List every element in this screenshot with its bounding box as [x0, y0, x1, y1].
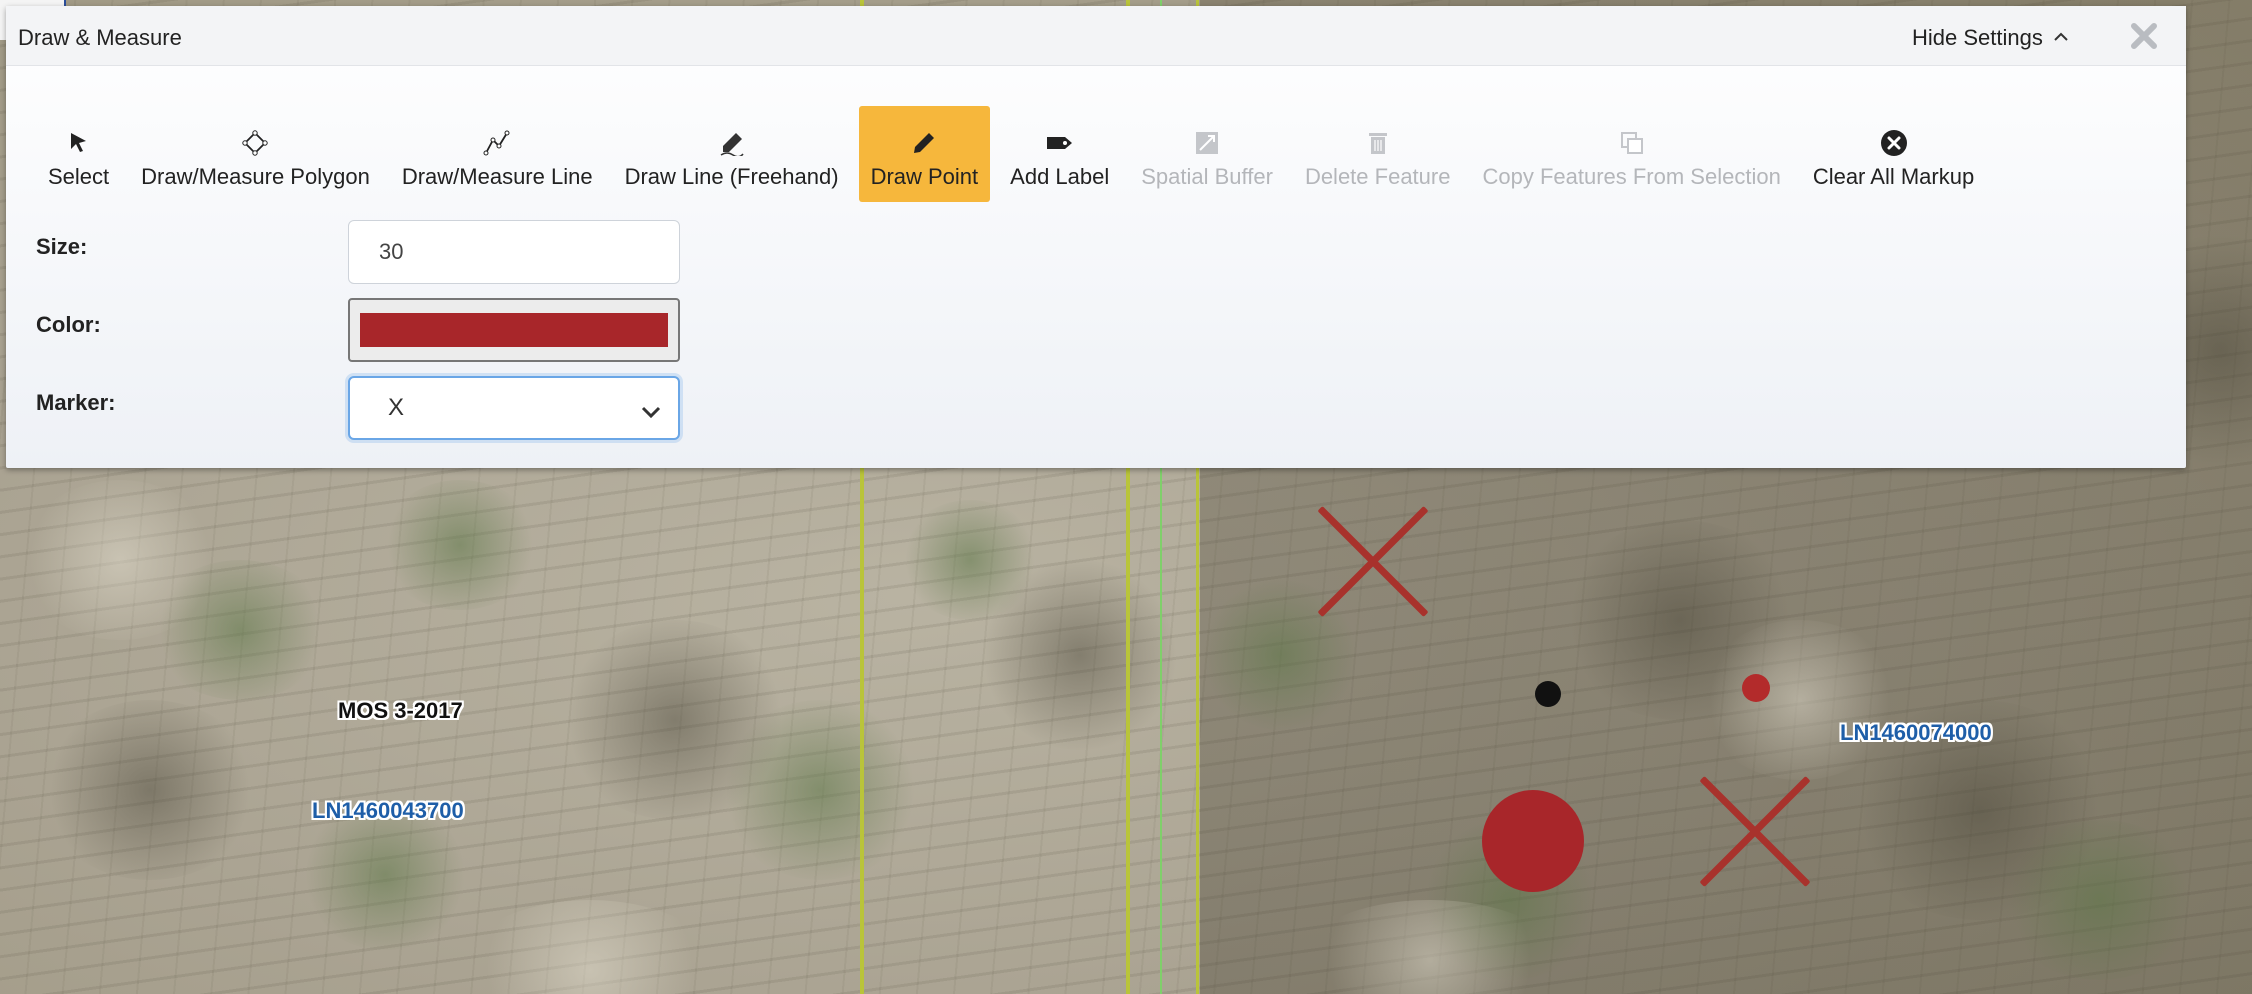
size-input[interactable]: 30	[348, 220, 680, 284]
chevron-up-icon	[2053, 23, 2069, 49]
x-marker-markup[interactable]	[1318, 508, 1428, 618]
draw-polygon-tool-button[interactable]: Draw/Measure Polygon	[129, 106, 382, 202]
parcel-id-label: LN1460043700	[312, 798, 464, 823]
trash-icon	[1363, 128, 1393, 158]
color-swatch	[360, 313, 668, 347]
point-markup[interactable]	[1482, 790, 1584, 892]
panel-header: Draw & Measure Hide Settings	[6, 6, 2186, 66]
hide-settings-button[interactable]: Hide Settings	[1912, 25, 2069, 51]
tool-label: Draw/Measure Polygon	[141, 164, 370, 189]
color-picker[interactable]	[348, 298, 680, 362]
pointer-arrow-icon	[64, 128, 94, 158]
parcel-id-label: LN1460074000	[1840, 720, 1992, 745]
size-label: Size:	[36, 234, 88, 259]
draw-line-tool-button[interactable]: Draw/Measure Line	[390, 106, 605, 202]
freehand-pen-icon	[717, 128, 747, 158]
point-markup[interactable]	[1742, 674, 1770, 702]
clearing-patch	[1700, 620, 1900, 780]
marker-select[interactable]: X	[348, 376, 680, 440]
close-button[interactable]	[2124, 18, 2164, 58]
delete-feature-tool-button[interactable]: Delete Feature	[1293, 106, 1463, 202]
panel-title: Draw & Measure	[18, 25, 182, 50]
clearing-patch	[20, 480, 220, 640]
hide-settings-label: Hide Settings	[1912, 25, 2043, 50]
clear-all-markup-button[interactable]: Clear All Markup	[1801, 106, 1986, 202]
point-markup[interactable]	[1535, 681, 1561, 707]
add-label-tool-button[interactable]: Add Label	[998, 106, 1121, 202]
select-tool-button[interactable]: Select	[36, 106, 121, 202]
survey-label: MOS 3-2017	[338, 698, 463, 723]
draw-freehand-tool-button[interactable]: Draw Line (Freehand)	[613, 106, 851, 202]
circle-x-icon	[1879, 128, 1909, 158]
tool-label: Add Label	[1010, 164, 1110, 189]
draw-toolbar: Select Draw/Measure Polygon Draw/Measure…	[36, 106, 1994, 206]
tool-label: Draw Point	[870, 164, 979, 189]
copy-icon	[1617, 128, 1647, 158]
tool-label: Clear All Markup	[1812, 164, 1975, 189]
marker-label: Marker:	[36, 390, 116, 415]
tool-label: Select	[48, 164, 110, 189]
shadow-patch	[40, 700, 260, 880]
draw-point-tool-button[interactable]: Draw Point	[858, 106, 991, 202]
polyline-icon	[482, 128, 512, 158]
x-marker-markup[interactable]	[1700, 778, 1810, 888]
copy-features-tool-button[interactable]: Copy Features From Selection	[1470, 106, 1792, 202]
buffer-icon	[1192, 128, 1222, 158]
polygon-icon	[240, 128, 270, 158]
tool-label: Draw/Measure Line	[401, 164, 593, 189]
tree-cluster	[380, 480, 540, 610]
chevron-down-icon	[640, 398, 662, 426]
shadow-patch	[980, 560, 1180, 750]
close-icon	[2128, 20, 2160, 57]
marker-select-value: X	[388, 394, 405, 421]
tool-label: Delete Feature	[1304, 164, 1451, 189]
draw-measure-panel: Draw & Measure Hide Settings Select Draw…	[6, 6, 2186, 468]
tool-label: Draw Line (Freehand)	[624, 164, 839, 189]
shadow-patch	[560, 620, 790, 820]
tool-label: Spatial Buffer	[1141, 164, 1273, 189]
tag-icon	[1045, 128, 1075, 158]
color-label: Color:	[36, 312, 101, 337]
spatial-buffer-tool-button[interactable]: Spatial Buffer	[1129, 106, 1285, 202]
pencil-icon	[909, 128, 939, 158]
tool-label: Copy Features From Selection	[1482, 164, 1781, 189]
tree-cluster	[2000, 820, 2200, 980]
